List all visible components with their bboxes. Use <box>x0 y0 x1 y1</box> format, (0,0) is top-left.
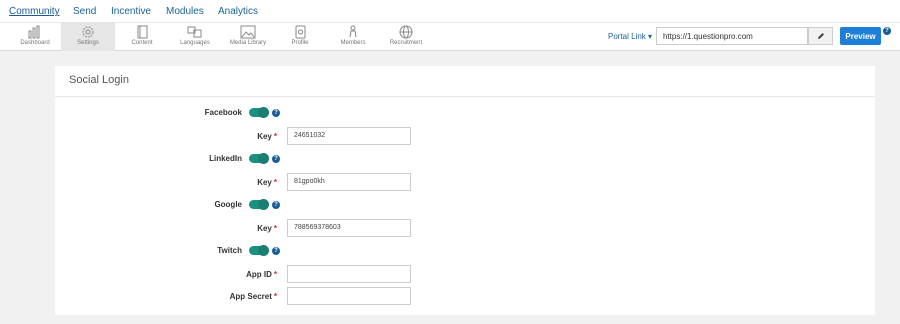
image-icon <box>240 25 256 39</box>
panel-title: Social Login <box>69 74 129 86</box>
profile-icon <box>295 25 306 39</box>
app-id-label: App ID * <box>246 270 277 279</box>
translate-icon <box>187 26 202 38</box>
app-id-input[interactable] <box>287 265 411 283</box>
edit-url-button[interactable] <box>808 27 833 45</box>
help-icon[interactable]: ? <box>272 201 280 209</box>
linkedin-key-input[interactable]: 81gpo0kh <box>287 173 411 191</box>
linkedin-toggle[interactable] <box>249 153 269 164</box>
nav-community[interactable]: Community <box>9 6 60 17</box>
help-icon[interactable]: ? <box>272 155 280 163</box>
gear-icon <box>82 26 94 38</box>
portal-url-field[interactable]: https://1.questionpro.com <box>656 27 808 45</box>
tool-label: Profile <box>291 40 309 46</box>
tool-media-library[interactable]: Media Library <box>221 23 275 51</box>
person-icon <box>349 25 357 38</box>
nav-modules[interactable]: Modules <box>166 6 204 17</box>
divider <box>55 96 875 97</box>
facebook-key-label: Key * <box>257 132 277 141</box>
help-icon[interactable]: ? <box>883 27 891 35</box>
facebook-toggle[interactable] <box>249 107 269 118</box>
nav-incentive[interactable]: Incentive <box>111 6 151 17</box>
twitch-label: Twitch <box>217 246 242 255</box>
globe-icon <box>399 25 413 39</box>
google-key-label: Key * <box>257 224 277 233</box>
google-label: Google <box>214 200 242 209</box>
portal-link-dropdown[interactable]: Portal Link ▾ <box>608 32 652 41</box>
preview-button[interactable]: Preview <box>840 27 881 45</box>
pencil-icon <box>817 33 824 39</box>
help-icon[interactable]: ? <box>272 109 280 117</box>
google-key-input[interactable]: 788569378603 <box>287 219 411 237</box>
tool-recruitment[interactable]: Recruitment <box>379 23 433 51</box>
nav-analytics[interactable]: Analytics <box>218 6 258 17</box>
facebook-key-input[interactable]: 24651032 <box>287 127 411 145</box>
twitch-toggle[interactable] <box>249 245 269 256</box>
tool-content[interactable]: Content <box>115 23 169 51</box>
linkedin-key-label: Key * <box>257 178 277 187</box>
app-secret-label: App Secret * <box>229 292 277 301</box>
help-icon[interactable]: ? <box>272 247 280 255</box>
document-icon <box>137 25 148 39</box>
tool-label: Content <box>131 40 153 46</box>
tool-label: Settings <box>77 40 99 46</box>
top-nav: Community Send Incentive Modules Analyti… <box>0 0 900 22</box>
tool-profile[interactable]: Profile <box>273 23 327 51</box>
tool-dashboard[interactable]: Dashboard <box>8 23 62 51</box>
tool-settings[interactable]: Settings <box>61 23 115 51</box>
tool-label: Dashboard <box>20 40 50 46</box>
tool-members[interactable]: Members <box>326 23 380 51</box>
tool-languages[interactable]: Languages <box>168 23 222 51</box>
google-toggle[interactable] <box>249 199 269 210</box>
tool-label: Recruitment <box>389 40 423 46</box>
app-secret-input[interactable] <box>287 287 411 305</box>
linkedin-label: LinkedIn <box>209 154 242 163</box>
tool-label: Languages <box>180 40 210 46</box>
bar-chart-icon <box>28 25 40 39</box>
facebook-label: Facebook <box>204 108 242 117</box>
tool-label: Media Library <box>229 40 267 46</box>
nav-send[interactable]: Send <box>73 6 96 17</box>
social-login-panel: Social Login Facebook ? Key * 24651032 Li… <box>55 66 875 315</box>
tool-label: Members <box>340 40 366 46</box>
